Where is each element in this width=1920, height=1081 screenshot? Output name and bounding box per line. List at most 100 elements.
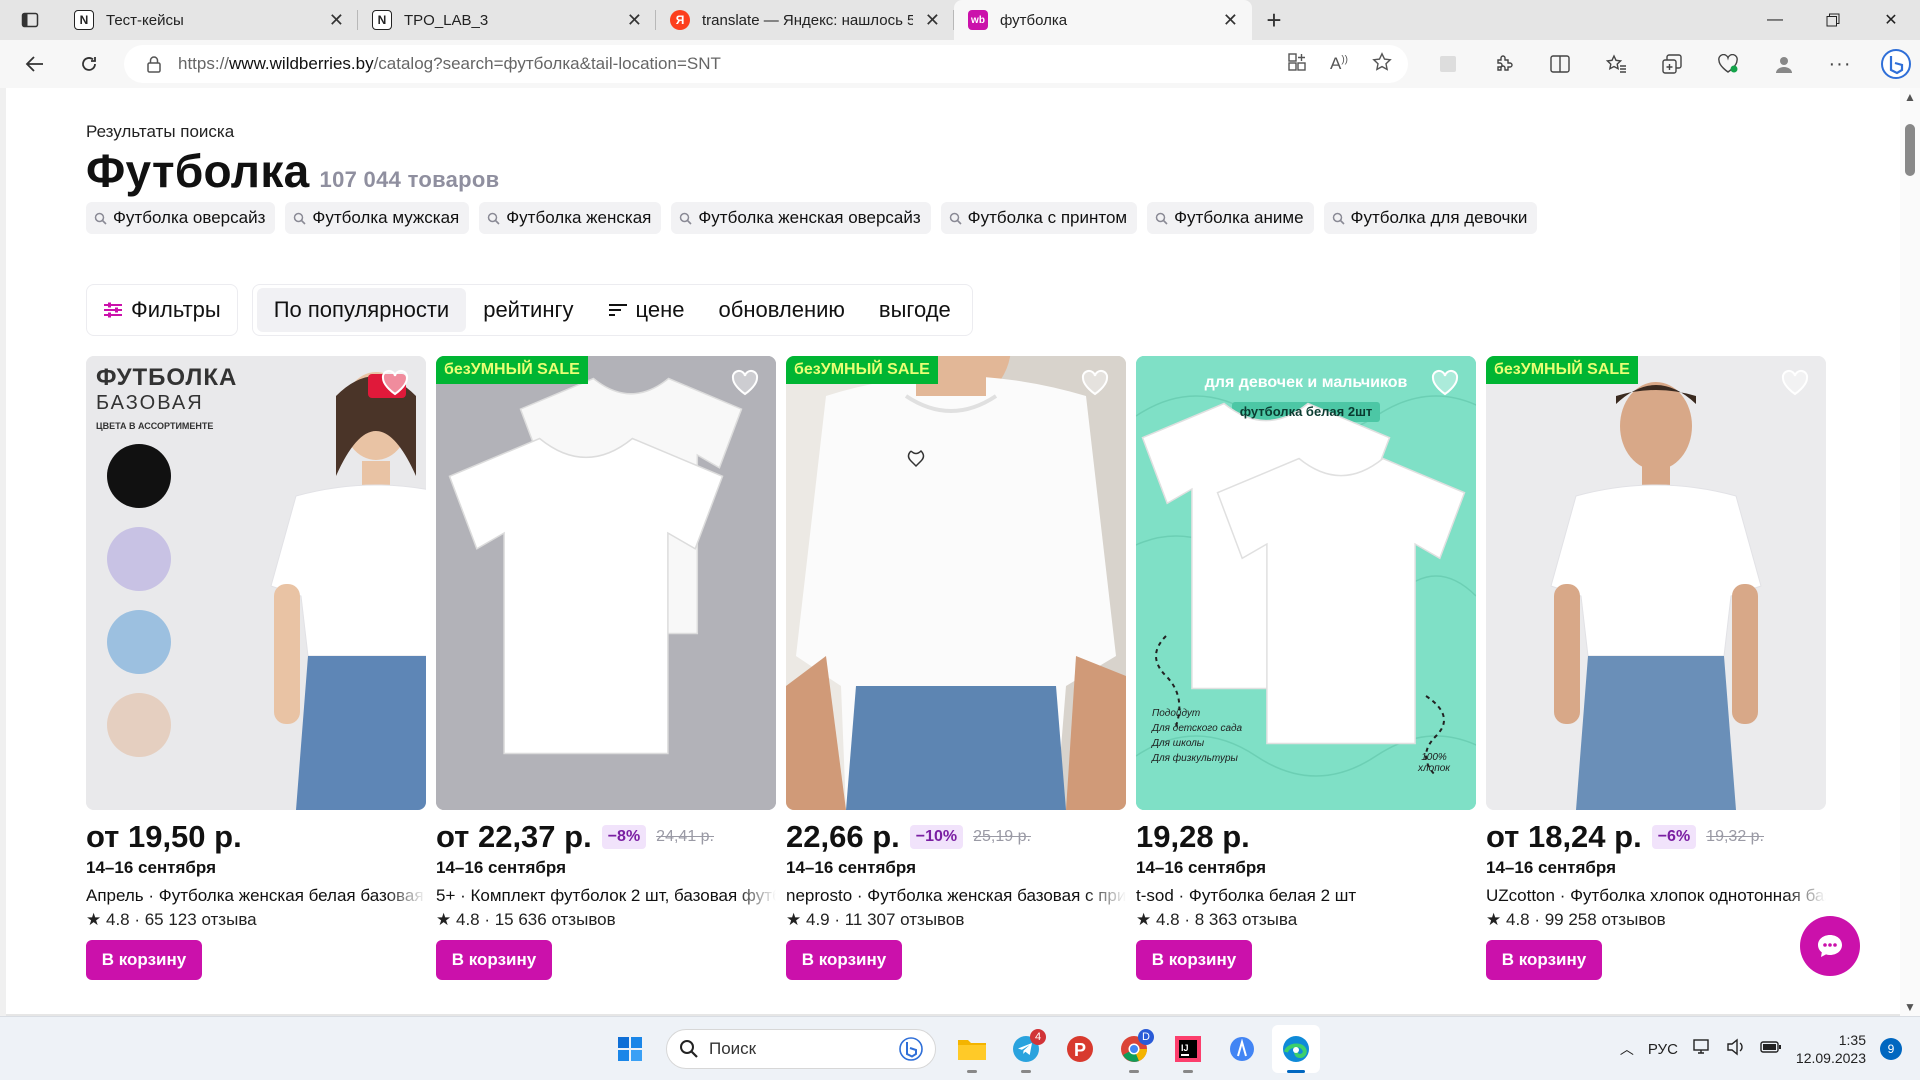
image-caption: Для школы [1152, 738, 1205, 749]
profile-icon[interactable] [1756, 40, 1812, 88]
language-indicator[interactable]: РУС [1648, 1041, 1678, 1058]
product-rating[interactable]: ★ 4.8 · 15 636 отзывов [436, 910, 776, 930]
browser-essentials-icon[interactable] [1700, 40, 1756, 88]
favorites-icon[interactable] [1588, 40, 1644, 88]
start-button[interactable] [606, 1025, 654, 1073]
split-screen-icon[interactable] [1532, 40, 1588, 88]
refresh-button[interactable] [62, 42, 116, 86]
product-rating[interactable]: ★ 4.8 · 99 258 отзывов [1486, 910, 1826, 930]
notion-icon: N [74, 10, 94, 30]
read-aloud-icon[interactable]: A)) [1330, 54, 1348, 74]
product-name[interactable]: Апрель · Футболка женская белая базовая … [86, 886, 426, 906]
page-scrollbar[interactable]: ▲ ▼ [1900, 88, 1920, 1016]
search-suggestion-chip[interactable]: Футболка женская оверсайз [671, 202, 931, 234]
search-suggestion-chip[interactable]: Футболка оверсайз [86, 202, 276, 234]
add-to-cart-button[interactable]: В корзину [436, 940, 552, 980]
close-tab-icon[interactable]: ✕ [329, 10, 344, 31]
add-to-cart-button[interactable]: В корзину [1136, 940, 1252, 980]
product-card[interactable]: ФУТБОЛКА БАЗОВАЯ ЦВЕТА В АССОРТИМЕНТЕ от… [86, 356, 426, 980]
product-card[interactable]: безУМНЫЙ SALE от 18,24 р. −6% 19,32 р. 1… [1486, 356, 1826, 980]
minimize-icon[interactable]: — [1746, 0, 1804, 40]
filters-button[interactable]: Фильтры [86, 284, 238, 336]
volume-icon[interactable] [1726, 1038, 1746, 1060]
restore-icon[interactable] [1804, 0, 1862, 40]
product-image[interactable]: ФУТБОЛКА БАЗОВАЯ ЦВЕТА В АССОРТИМЕНТЕ [86, 356, 426, 810]
sort-price[interactable]: цене [591, 288, 702, 332]
tab-test-cases[interactable]: N Тест-кейсы ✕ [60, 0, 358, 40]
app-available-icon[interactable] [1288, 52, 1306, 76]
product-rating[interactable]: ★ 4.9 · 11 307 отзывов [786, 910, 1126, 930]
extensions-puzzle-icon[interactable] [1476, 40, 1532, 88]
extension-placeholder-icon[interactable] [1420, 40, 1476, 88]
product-card[interactable]: безУМНЫЙ SALE от 22,37 р. −8% 24,41 р. 1… [436, 356, 776, 980]
favorite-heart-icon[interactable] [730, 368, 760, 398]
back-button[interactable] [8, 42, 62, 86]
clock-date: 12.09.2023 [1795, 1050, 1866, 1066]
sort-newest[interactable]: обновлению [702, 288, 862, 332]
product-image[interactable]: безУМНЫЙ SALE [1486, 356, 1826, 810]
taskbar-search[interactable]: Поиск [666, 1029, 936, 1069]
search-suggestion-chip[interactable]: Футболка для девочки [1323, 202, 1538, 234]
favorite-heart-icon[interactable] [1430, 368, 1460, 398]
close-tab-icon[interactable]: ✕ [627, 10, 642, 31]
scroll-up-icon[interactable]: ▲ [1904, 90, 1916, 104]
product-image[interactable]: безУМНЫЙ SALE [786, 356, 1126, 810]
rutracker-icon[interactable]: P [1056, 1025, 1104, 1073]
price-row: 19,28 р. [1136, 819, 1476, 854]
scroll-down-icon[interactable]: ▼ [1904, 1000, 1916, 1014]
more-menu-icon[interactable]: ··· [1812, 40, 1868, 88]
favorite-heart-icon[interactable] [380, 368, 410, 398]
address-field[interactable]: https://www.wildberries.by/catalog?searc… [124, 45, 1408, 83]
favorite-heart-icon[interactable] [1780, 368, 1810, 398]
product-card[interactable]: для девочек и мальчиков футболка белая 2… [1136, 356, 1476, 980]
product-name[interactable]: t-sod · Футболка белая 2 шт [1136, 886, 1476, 906]
sort-popularity[interactable]: По популярности [256, 288, 467, 332]
tab-actions-icon[interactable] [0, 0, 60, 40]
tab-tpo-lab[interactable]: N TPO_LAB_3 ✕ [358, 0, 656, 40]
favorite-heart-icon[interactable] [1080, 368, 1110, 398]
close-tab-icon[interactable]: ✕ [1223, 10, 1238, 31]
close-tab-icon[interactable]: ✕ [925, 10, 940, 31]
chevron-up-icon[interactable]: ︿ [1620, 1039, 1634, 1059]
lock-icon[interactable] [146, 55, 162, 73]
favorite-star-icon[interactable] [1372, 51, 1392, 77]
chip-label: Футболка женская оверсайз [698, 208, 921, 227]
notification-badge[interactable]: 9 [1880, 1038, 1902, 1060]
telegram-icon[interactable]: 4 [1002, 1025, 1050, 1073]
add-to-cart-button[interactable]: В корзину [786, 940, 902, 980]
product-image[interactable]: безУМНЫЙ SALE [436, 356, 776, 810]
url-text[interactable]: https://www.wildberries.by/catalog?searc… [178, 54, 721, 74]
chat-button[interactable] [1800, 916, 1860, 976]
add-to-cart-button[interactable]: В корзину [1486, 940, 1602, 980]
sort-benefit[interactable]: выгоде [862, 288, 968, 332]
file-explorer-icon[interactable] [948, 1025, 996, 1073]
battery-icon[interactable] [1760, 1040, 1782, 1058]
search-suggestion-chip[interactable]: Футболка мужская [285, 202, 470, 234]
search-suggestion-chip[interactable]: Футболка с принтом [940, 202, 1138, 234]
clock[interactable]: 1:35 12.09.2023 [1796, 1031, 1866, 1067]
search-suggestion-chip[interactable]: Футболка аниме [1147, 202, 1314, 234]
collections-icon[interactable] [1644, 40, 1700, 88]
bing-copilot-icon[interactable] [1868, 40, 1920, 88]
tab-wildberries[interactable]: wb футболка ✕ [954, 0, 1252, 40]
product-name[interactable]: 5+ · Комплект футболок 2 шт, базовая фут… [436, 886, 776, 906]
tab-yandex-translate[interactable]: Я translate — Яндекс: нашлось 5 т ✕ [656, 0, 954, 40]
add-to-cart-button[interactable]: В корзину [86, 940, 202, 980]
product-image[interactable]: для девочек и мальчиков футболка белая 2… [1136, 356, 1476, 810]
product-rating[interactable]: ★ 4.8 · 8 363 отзыва [1136, 910, 1476, 930]
network-icon[interactable] [1692, 1038, 1712, 1060]
edge-icon[interactable] [1272, 1025, 1320, 1073]
sort-rating[interactable]: рейтингу [466, 288, 590, 332]
product-card[interactable]: безУМНЫЙ SALE 22,66 р. −10% 25,19 р. 14–… [786, 356, 1126, 980]
product-name[interactable]: neprosto · Футболка женская базовая с пр… [786, 886, 1126, 906]
product-name[interactable]: UZcotton · Футболка хлопок однотонная ба… [1486, 886, 1826, 906]
product-rating[interactable]: ★ 4.8 · 65 123 отзыва [86, 910, 426, 930]
android-studio-icon[interactable] [1218, 1025, 1266, 1073]
close-window-icon[interactable]: ✕ [1862, 0, 1920, 40]
chrome-icon[interactable]: D [1110, 1025, 1158, 1073]
intellij-idea-icon[interactable]: IJ [1164, 1025, 1212, 1073]
running-indicator [967, 1070, 977, 1073]
scrollbar-thumb[interactable] [1905, 124, 1915, 176]
search-suggestion-chip[interactable]: Футболка женская [479, 202, 662, 234]
new-tab-button[interactable]: + [1252, 0, 1296, 40]
